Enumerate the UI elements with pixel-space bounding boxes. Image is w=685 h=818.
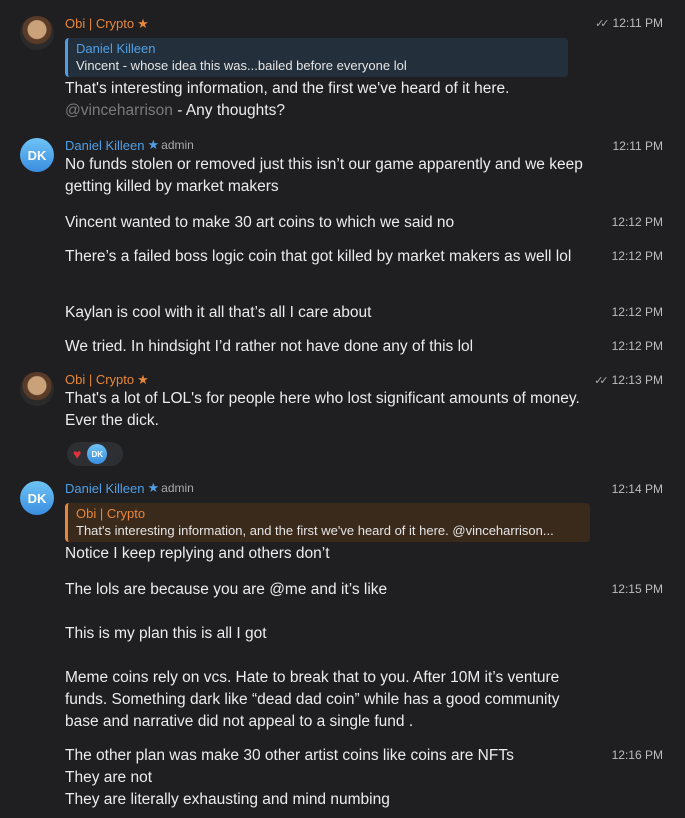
timestamp: 12:11 PM bbox=[612, 16, 663, 30]
avatar-dk[interactable]: DK bbox=[20, 481, 54, 515]
timestamp: 12:14 PM bbox=[611, 482, 663, 496]
message-meta: ✓✓ 12:11 PM bbox=[595, 16, 663, 30]
message-header: Obi | Crypto ★ bbox=[65, 15, 149, 33]
mention-link[interactable]: @vinceharrison bbox=[65, 102, 173, 119]
reactor-avatar: DK bbox=[87, 444, 108, 464]
message-text: Meme coins rely on vcs. Hate to break th… bbox=[65, 669, 560, 730]
message-text: They are literally exhausting and mind n… bbox=[65, 791, 390, 808]
timestamp: 12:12 PM bbox=[611, 215, 663, 229]
reply-author: Daniel Killeen bbox=[76, 41, 156, 56]
heart-icon: ♥ bbox=[73, 446, 82, 462]
read-checkmarks-icon: ✓✓ bbox=[594, 374, 609, 387]
reply-quote[interactable]: Daniel Killeen Vincent - whose idea this… bbox=[65, 38, 568, 77]
role-badge: admin bbox=[161, 481, 194, 495]
reply-author: Obi | Crypto bbox=[76, 506, 146, 521]
message-line: That's interesting information, and the … bbox=[65, 80, 510, 97]
avatar-initials: DK bbox=[27, 147, 47, 163]
message-text: That's a lot of LOL's for people here wh… bbox=[65, 390, 580, 429]
author-name[interactable]: Daniel Killeen bbox=[65, 481, 145, 496]
timestamp: 12:16 PM bbox=[611, 748, 663, 762]
admin-star-icon: ★ bbox=[147, 480, 160, 495]
role-badge: admin bbox=[161, 138, 194, 152]
avatar-dk[interactable]: DK bbox=[20, 138, 54, 172]
message-text: There’s a failed boss logic coin that go… bbox=[65, 248, 572, 265]
message-text: The lols are because you are @me and it’… bbox=[65, 581, 388, 598]
message-header: Daniel Killeen ★ admin bbox=[65, 480, 194, 496]
reply-quote[interactable]: Obi | Crypto That's interesting informat… bbox=[65, 503, 590, 542]
reaction-pill[interactable]: ♥ DK bbox=[67, 442, 123, 466]
message-text: No funds stolen or removed just this isn… bbox=[65, 156, 583, 195]
message-text: Notice I keep replying and others don’t bbox=[65, 545, 330, 562]
message-line: - Any thoughts? bbox=[172, 102, 285, 119]
message-text: That's interesting information, and the … bbox=[65, 78, 595, 122]
author-name[interactable]: Obi | Crypto bbox=[65, 372, 134, 387]
timestamp: 12:12 PM bbox=[611, 305, 663, 319]
message-text: Kaylan is cool with it all that’s all I … bbox=[65, 304, 372, 321]
avatar-obi[interactable] bbox=[20, 16, 54, 50]
message-header: Daniel Killeen ★ admin bbox=[65, 137, 194, 153]
message-text: They are not bbox=[65, 769, 153, 786]
message-meta: ✓✓ 12:13 PM bbox=[594, 373, 663, 387]
author-name[interactable]: Daniel Killeen bbox=[65, 138, 145, 153]
author-name[interactable]: Obi | Crypto bbox=[65, 16, 134, 31]
message-header: Obi | Crypto ★ bbox=[65, 371, 149, 389]
reply-text: Vincent - whose idea this was...bailed b… bbox=[76, 58, 407, 73]
star-icon: ★ bbox=[137, 16, 149, 31]
timestamp: 12:12 PM bbox=[611, 339, 663, 353]
timestamp: 12:11 PM bbox=[612, 139, 663, 153]
avatar-obi[interactable] bbox=[20, 372, 54, 406]
read-checkmarks-icon: ✓✓ bbox=[595, 17, 610, 30]
reply-text: That's interesting information, and the … bbox=[76, 523, 554, 538]
message-text: We tried. In hindsight I’d rather not ha… bbox=[65, 338, 474, 355]
timestamp: 12:13 PM bbox=[611, 373, 663, 387]
message-text: This is my plan this is all I got bbox=[65, 625, 267, 642]
timestamp: 12:12 PM bbox=[611, 249, 663, 263]
timestamp: 12:15 PM bbox=[611, 582, 663, 596]
message-text: The other plan was make 30 other artist … bbox=[65, 747, 514, 764]
avatar-initials: DK bbox=[27, 490, 47, 506]
admin-star-icon: ★ bbox=[147, 137, 160, 152]
message-text: Vincent wanted to make 30 art coins to w… bbox=[65, 214, 455, 231]
star-icon: ★ bbox=[137, 372, 149, 387]
